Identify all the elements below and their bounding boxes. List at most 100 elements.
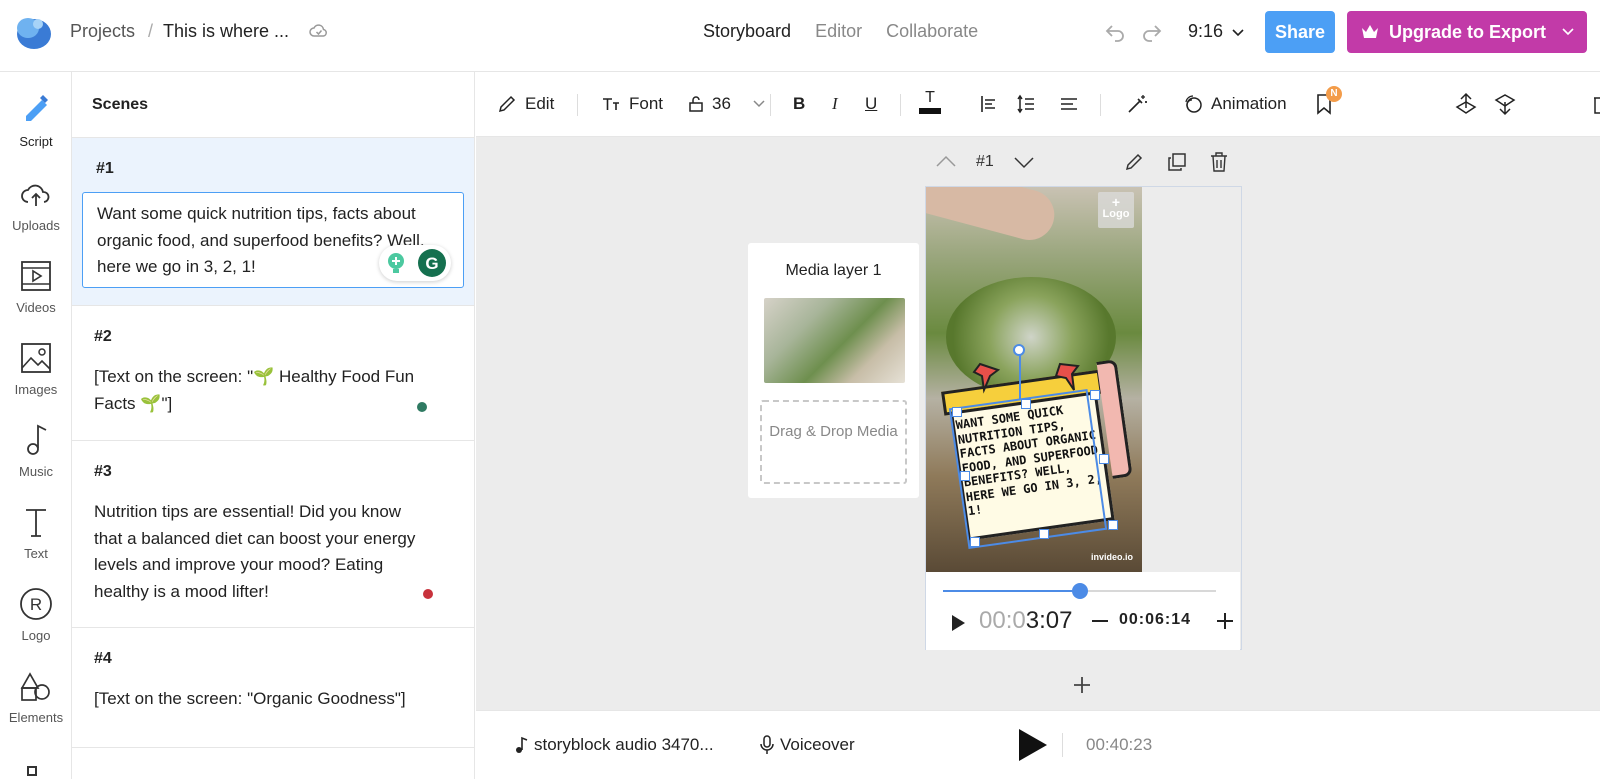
text-color-glyph: T [925, 89, 935, 106]
grammarly-icon[interactable]: G [417, 248, 447, 278]
grammarly-widget[interactable]: G [379, 245, 451, 281]
rotate-line [1019, 350, 1021, 400]
progress-handle[interactable] [1071, 583, 1088, 599]
scene-card-3[interactable]: #3 Nutrition tips are essential! Did you… [72, 441, 474, 628]
breadcrumb-projects[interactable]: Projects [70, 21, 135, 42]
chevron-up-icon[interactable] [935, 154, 957, 168]
nav-videos-label: Videos [16, 300, 56, 315]
bottom-bar: storyblock audio 3470... Voiceover 00:40… [476, 710, 1600, 779]
text-align-icon[interactable] [1059, 94, 1079, 114]
text-color-button[interactable]: T [919, 90, 941, 114]
undo-icon[interactable] [1103, 20, 1127, 44]
line-height-icon[interactable] [1016, 94, 1036, 114]
nav-images[interactable]: Images [0, 340, 72, 397]
voiceover-button[interactable]: Voiceover [760, 735, 855, 755]
plus-icon[interactable] [1216, 612, 1234, 630]
chevron-down-icon[interactable] [1013, 156, 1035, 170]
resize-handle[interactable] [1099, 454, 1109, 464]
trash-icon[interactable] [1210, 152, 1228, 172]
text-icon [26, 509, 46, 537]
resize-handle[interactable] [1039, 529, 1049, 539]
font-size-select[interactable]: 36 [688, 94, 765, 114]
duplicate-icon[interactable] [1167, 152, 1187, 172]
resize-handle[interactable] [1021, 399, 1031, 409]
play-icon[interactable] [950, 614, 966, 632]
media-thumbnail[interactable] [764, 298, 905, 383]
toolbar-divider [577, 94, 578, 116]
left-nav: Script Uploads Videos Images Music Text … [0, 72, 72, 779]
send-backward-icon[interactable] [1494, 92, 1516, 116]
bring-forward-icon[interactable] [1455, 92, 1477, 116]
scene-duration[interactable]: 00:06:14 [1119, 611, 1191, 629]
nav-music[interactable]: Music [0, 422, 72, 479]
magic-wand-icon[interactable] [1126, 93, 1148, 115]
nav-script[interactable]: Script [0, 92, 72, 149]
align-left-icon[interactable] [979, 94, 999, 114]
progress-fill [943, 590, 1080, 592]
toolbar-divider [1100, 94, 1101, 116]
resize-handle[interactable] [970, 537, 980, 547]
notification-badge: N [1326, 86, 1342, 102]
scenes-title: Scenes [72, 72, 474, 138]
nav-logo[interactable]: R Logo [0, 586, 72, 643]
scene-card-4[interactable]: #4 [Text on the screen: "Organic Goodnes… [72, 628, 474, 748]
text-toolbar: Edit Font 36 B I U T Animation N [476, 72, 1600, 137]
total-duration: 00:40:23 [1086, 735, 1153, 754]
upgrade-to-export-button[interactable]: Upgrade to Export [1347, 11, 1587, 53]
scene-card-2[interactable]: #2 [Text on the screen: "🌱 Healthy Food … [72, 306, 474, 441]
nav-text[interactable]: Text [0, 504, 72, 561]
bottom-divider [1062, 733, 1063, 757]
resize-handle[interactable] [1090, 390, 1100, 400]
image-icon [21, 343, 51, 373]
nav-uploads[interactable]: Uploads [0, 176, 72, 233]
play-all-icon[interactable] [1017, 727, 1049, 763]
voiceover-label: Voiceover [780, 735, 855, 754]
selection-box[interactable] [948, 388, 1108, 550]
hand-shape [926, 187, 1060, 246]
cloud-saved-icon [309, 24, 327, 37]
lightbulb-icon[interactable] [384, 251, 408, 275]
nav-uploads-label: Uploads [12, 218, 60, 233]
resize-handle[interactable] [960, 471, 970, 481]
scene-script-text: Nutrition tips are essential! Did you kn… [94, 502, 416, 601]
pencil-icon[interactable] [1124, 152, 1144, 172]
resize-handle[interactable] [952, 407, 962, 417]
status-dot [423, 589, 433, 599]
project-title[interactable]: This is where ... [163, 21, 289, 42]
app-logo-icon[interactable] [12, 12, 52, 52]
trash-icon[interactable] [1592, 93, 1600, 115]
nav-videos[interactable]: Videos [0, 258, 72, 315]
share-button[interactable]: Share [1265, 11, 1335, 53]
chevron-down-icon [1232, 29, 1244, 37]
tab-collaborate[interactable]: Collaborate [886, 21, 978, 42]
redo-icon[interactable] [1140, 20, 1164, 44]
font-button[interactable]: Font [601, 94, 663, 114]
add-scene-icon[interactable] [1073, 676, 1091, 694]
more-icon[interactable] [27, 766, 37, 776]
text-color-swatch [919, 108, 941, 114]
nav-elements[interactable]: Elements [0, 668, 72, 725]
animation-button[interactable]: Animation [1183, 94, 1287, 114]
aspect-ratio-select[interactable]: 9:16 [1188, 21, 1244, 42]
logo-placeholder-label: Logo [1102, 208, 1130, 220]
font-size-value: 36 [712, 94, 731, 113]
font-label: Font [629, 94, 664, 113]
minus-icon[interactable] [1092, 620, 1108, 622]
audio-track-button[interactable]: storyblock audio 3470... [514, 735, 714, 755]
current-time-dim: 00:0 [979, 607, 1026, 634]
tab-editor[interactable]: Editor [815, 21, 862, 42]
resize-handle[interactable] [1108, 520, 1118, 530]
scene-card-1[interactable]: #1 Want some quick nutrition tips, facts… [72, 138, 474, 306]
italic-button[interactable]: I [832, 94, 838, 114]
progress-track[interactable] [943, 583, 1216, 599]
script-icon [26, 95, 48, 121]
edit-button[interactable]: Edit [497, 94, 554, 114]
drag-drop-media-zone[interactable]: Drag & Drop Media [760, 400, 907, 484]
tab-storyboard[interactable]: Storyboard [703, 21, 791, 42]
logo-placeholder[interactable]: + Logo [1098, 192, 1134, 228]
microphone-icon [760, 735, 774, 754]
rotate-handle[interactable] [1013, 344, 1025, 356]
scene-script-input[interactable]: Want some quick nutrition tips, facts ab… [82, 192, 464, 288]
underline-button[interactable]: U [865, 94, 877, 114]
bold-button[interactable]: B [793, 94, 805, 114]
